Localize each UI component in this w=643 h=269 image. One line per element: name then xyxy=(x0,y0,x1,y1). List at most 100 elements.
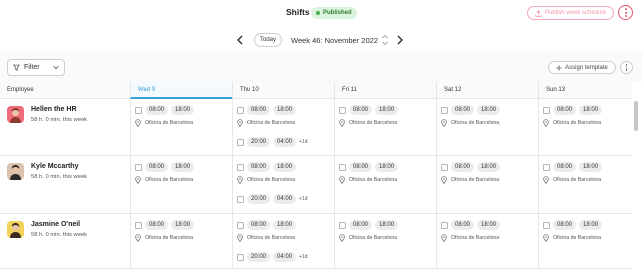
location-label: Oficina de Barcelona xyxy=(247,119,296,126)
stepper-icon[interactable] xyxy=(381,33,389,47)
day-cell[interactable]: 08:00 18:00 Oficina de Barcelona 20:00 04:00… xyxy=(232,214,334,268)
shift-checkbox[interactable] xyxy=(237,221,244,229)
filter-icon xyxy=(13,64,20,71)
shift-entry[interactable]: 08:00 18:00 xyxy=(237,219,297,231)
shift-checkbox[interactable] xyxy=(237,106,244,114)
shift-checkbox[interactable] xyxy=(237,253,244,261)
shift-checkbox[interactable] xyxy=(543,221,550,229)
shift-entry[interactable]: 08:00 18:00 xyxy=(339,219,399,231)
employee-cell[interactable]: Kyle Mccarthy 58 h. 0 min. this week xyxy=(0,156,130,213)
column-day-sun[interactable]: Sun 13 xyxy=(538,82,632,99)
location-pin-icon xyxy=(543,175,549,184)
shift-entry[interactable]: 08:00 18:00 xyxy=(441,104,501,116)
day-cell[interactable]: 08:00 18:00 Oficina de Barcelona xyxy=(436,214,538,268)
shift-entry[interactable]: 20:00 04:00 +1d xyxy=(237,251,308,263)
shift-end-time: 18:00 xyxy=(273,220,297,230)
filter-button[interactable]: Filter xyxy=(7,59,65,76)
location-pin-icon xyxy=(339,175,345,184)
publish-week-button[interactable]: Publish week schedule xyxy=(527,6,614,20)
toolbar: Filter Assign template xyxy=(0,52,643,82)
day-cell[interactable]: 08:00 18:00 Oficina de Barcelona xyxy=(334,156,436,213)
day-cell[interactable]: 08:00 18:00 Oficina de Barcelona xyxy=(436,156,538,213)
day-cell[interactable]: 08:00 18:00 Oficina de Barcelona xyxy=(130,99,232,155)
shift-entry[interactable]: 08:00 18:00 xyxy=(237,161,297,173)
column-day-thu[interactable]: Thu 10 xyxy=(232,82,334,99)
day-cell[interactable]: 08:00 18:00 Oficina de Barcelona xyxy=(436,99,538,155)
shift-checkbox[interactable] xyxy=(543,163,550,171)
column-day-sat[interactable]: Sat 12 xyxy=(436,82,538,99)
day-cell[interactable]: 08:00 18:00 Oficina de Barcelona 20:00 04:00… xyxy=(232,99,334,155)
shift-entry[interactable]: 08:00 18:00 xyxy=(135,104,195,116)
shift-entry[interactable]: 08:00 18:00 xyxy=(441,161,501,173)
shift-checkbox[interactable] xyxy=(237,138,244,146)
shift-entry[interactable]: 08:00 18:00 xyxy=(135,161,195,173)
employee-cell[interactable]: Jasmine O'neil 58 h. 0 min. this week xyxy=(0,214,130,268)
shift-location: Oficina de Barcelona xyxy=(543,233,601,242)
employee-name: Jasmine O'neil xyxy=(31,221,81,228)
shift-end-time: 18:00 xyxy=(477,162,501,172)
location-pin-icon xyxy=(543,118,549,127)
column-day-fri[interactable]: Fri 11 xyxy=(334,82,436,99)
shift-entry[interactable]: 08:00 18:00 xyxy=(441,219,501,231)
shift-location: Oficina de Barcelona xyxy=(441,118,499,127)
location-label: Oficina de Barcelona xyxy=(145,234,194,241)
today-button[interactable]: Today xyxy=(254,33,282,47)
shift-checkbox[interactable] xyxy=(237,163,244,171)
shift-entry[interactable]: 20:00 04:00 +1d xyxy=(237,193,308,205)
column-day-wed[interactable]: Wed 9 xyxy=(130,82,232,99)
employee-name: Hellen the HR xyxy=(31,106,77,113)
shift-entry[interactable]: 08:00 18:00 xyxy=(543,161,603,173)
shift-start-time: 08:00 xyxy=(553,162,577,172)
chevron-left-icon[interactable] xyxy=(236,35,244,45)
shift-end-time: 18:00 xyxy=(579,162,603,172)
shift-checkbox[interactable] xyxy=(441,163,448,171)
location-pin-icon xyxy=(135,118,141,127)
location-pin-icon xyxy=(441,118,447,127)
shift-checkbox[interactable] xyxy=(237,195,244,203)
shift-end-time: 18:00 xyxy=(171,220,195,230)
shift-entry[interactable]: 08:00 18:00 xyxy=(237,104,297,116)
employee-cell[interactable]: Hellen the HR 58 h. 0 min. this week xyxy=(0,99,130,155)
assign-template-button[interactable]: Assign template xyxy=(548,61,616,74)
plus-icon xyxy=(556,64,562,71)
shift-checkbox[interactable] xyxy=(543,106,550,114)
shift-location: Oficina de Barcelona xyxy=(237,233,295,242)
status-dot-icon xyxy=(316,11,320,15)
shift-end-time: 18:00 xyxy=(477,220,501,230)
shift-checkbox[interactable] xyxy=(339,163,346,171)
avatar xyxy=(7,106,24,123)
shift-checkbox[interactable] xyxy=(441,221,448,229)
day-cell[interactable]: 08:00 18:00 Oficina de Barcelona xyxy=(334,99,436,155)
shift-start-time: 20:00 xyxy=(247,252,271,262)
day-cell[interactable]: 08:00 18:00 Oficina de Barcelona xyxy=(130,214,232,268)
day-cell[interactable]: 08:00 18:00 Oficina de Barcelona xyxy=(538,156,640,213)
employee-name: Kyle Mccarthy xyxy=(31,163,79,170)
day-cell[interactable]: 08:00 18:00 Oficina de Barcelona 20:00 04:00… xyxy=(232,156,334,213)
shift-checkbox[interactable] xyxy=(339,221,346,229)
shift-checkbox[interactable] xyxy=(339,106,346,114)
day-cell[interactable]: 08:00 18:00 Oficina de Barcelona xyxy=(538,214,640,268)
day-cell[interactable]: 08:00 18:00 Oficina de Barcelona xyxy=(130,156,232,213)
shift-checkbox[interactable] xyxy=(135,106,142,114)
chevron-right-icon[interactable] xyxy=(396,35,404,45)
day-cell[interactable]: 08:00 18:00 Oficina de Barcelona xyxy=(334,214,436,268)
status-badge-label: Published xyxy=(323,10,352,16)
location-pin-icon xyxy=(237,175,243,184)
toolbar-more-button[interactable] xyxy=(620,61,633,74)
day-cell[interactable]: 08:00 18:00 Oficina de Barcelona xyxy=(538,99,640,155)
scrollbar-thumb[interactable] xyxy=(634,101,638,131)
shift-entry[interactable]: 08:00 18:00 xyxy=(543,104,603,116)
shift-entry[interactable]: 08:00 18:00 xyxy=(339,161,399,173)
shift-entry[interactable]: 08:00 18:00 xyxy=(339,104,399,116)
more-options-button[interactable] xyxy=(618,5,633,20)
shift-checkbox[interactable] xyxy=(135,163,142,171)
shift-checkbox[interactable] xyxy=(441,106,448,114)
shift-entry[interactable]: 08:00 18:00 xyxy=(135,219,195,231)
shift-entry[interactable]: 20:00 04:00 +1d xyxy=(237,136,308,148)
kebab-menu-icon xyxy=(624,8,627,11)
location-pin-icon xyxy=(441,175,447,184)
shift-entry[interactable]: 08:00 18:00 xyxy=(543,219,603,231)
shift-location: Oficina de Barcelona xyxy=(441,233,499,242)
shift-checkbox[interactable] xyxy=(135,221,142,229)
shift-start-time: 08:00 xyxy=(247,105,271,115)
